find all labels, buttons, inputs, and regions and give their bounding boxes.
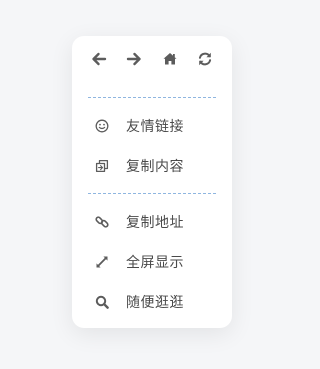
forward-button[interactable]: [123, 48, 145, 70]
link-icon: [94, 214, 110, 230]
search-icon: [94, 294, 110, 310]
divider: [88, 193, 216, 194]
home-button[interactable]: [159, 48, 181, 70]
menu-item-label: 复制地址: [126, 215, 184, 231]
menu-item-random-browse[interactable]: 随便逛逛: [84, 286, 220, 318]
arrow-left-icon: [92, 52, 107, 66]
menu-item-friend-links[interactable]: 友情链接: [84, 110, 220, 142]
menu-item-label: 友情链接: [126, 119, 184, 135]
refresh-button[interactable]: [194, 48, 216, 70]
navigation-toolbar: [88, 48, 216, 70]
back-button[interactable]: [88, 48, 110, 70]
menu-item-copy-address[interactable]: 复制地址: [84, 206, 220, 238]
arrow-right-icon: [127, 52, 142, 66]
menu-item-fullscreen[interactable]: 全屏显示: [84, 246, 220, 278]
menu-item-label: 随便逛逛: [126, 295, 184, 311]
divider: [88, 97, 216, 98]
menu-item-label: 复制内容: [126, 159, 184, 175]
smile-icon: [94, 118, 110, 134]
menu-item-copy-content[interactable]: 复制内容: [84, 150, 220, 182]
home-icon: [163, 53, 177, 65]
refresh-icon: [198, 52, 212, 66]
expand-icon: [94, 254, 110, 270]
context-menu: 友情链接 复制内容 复制地址 全屏显示 随便逛逛: [72, 36, 232, 328]
menu-item-label: 全屏显示: [126, 255, 184, 271]
copy-icon: [94, 158, 110, 174]
